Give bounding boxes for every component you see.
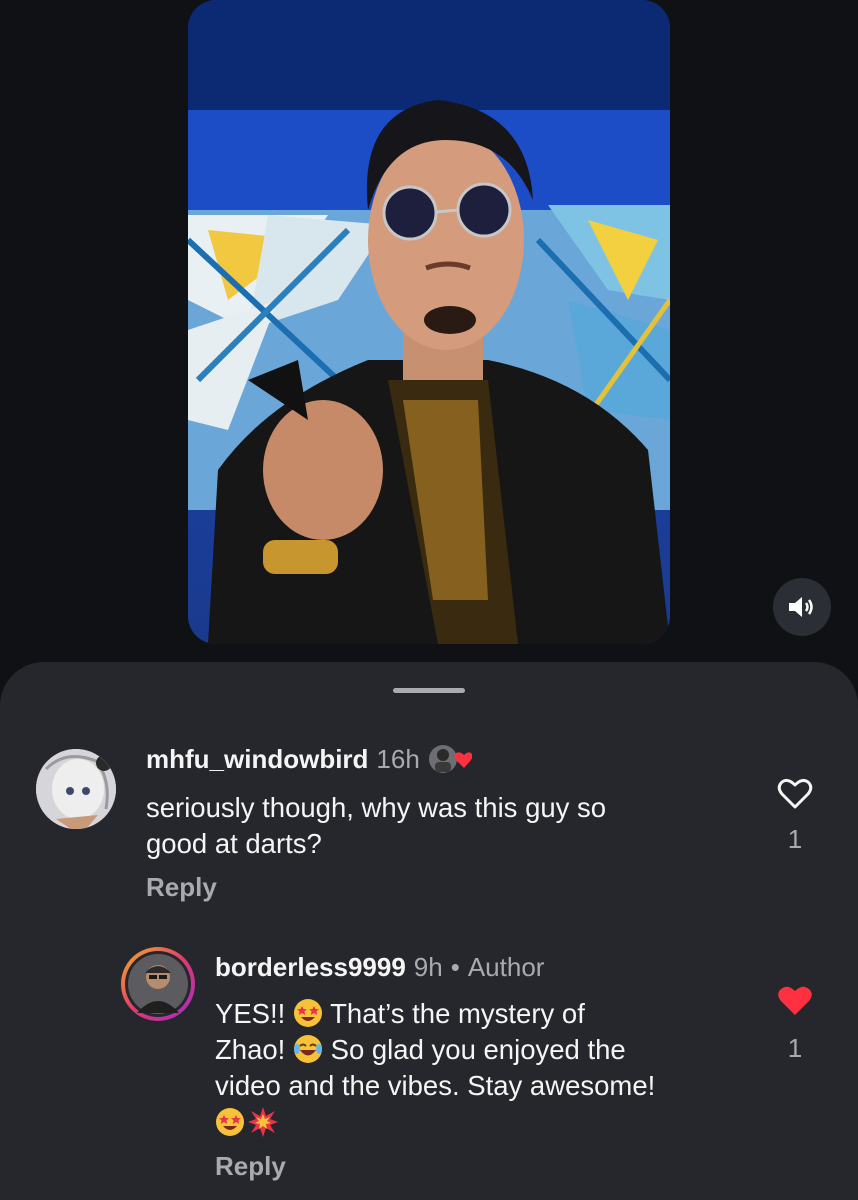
comment-text-line: video and the vibes. Stay awesome! <box>215 1070 656 1101</box>
star-struck-emoji-icon <box>293 999 322 1027</box>
like-count: 1 <box>787 824 803 854</box>
comment-meta: borderless9999 9h • Author <box>215 952 544 983</box>
comment-text-fragment: Zhao! <box>215 1034 286 1065</box>
comment-time: 9h <box>413 952 443 982</box>
comment-username[interactable]: borderless9999 <box>215 952 406 983</box>
reply-button[interactable]: Reply <box>215 1151 286 1182</box>
star-struck-emoji-icon <box>216 1108 244 1136</box>
video-player[interactable] <box>188 0 670 644</box>
like-count: 1 <box>787 1033 803 1063</box>
like-button[interactable] <box>775 778 815 810</box>
comment-time: 16h <box>376 743 420 774</box>
like-button[interactable] <box>775 985 815 1017</box>
mute-button[interactable] <box>773 578 831 636</box>
heart-outline-icon <box>777 778 813 809</box>
comment-text-fragment: YES!! <box>215 998 286 1029</box>
author-tag: Author <box>467 952 545 982</box>
reply-button[interactable]: Reply <box>146 872 217 903</box>
heart-filled-icon <box>778 986 812 1015</box>
comment-username[interactable]: mhfu_windowbird <box>146 744 368 775</box>
comments-sheet[interactable]: mhfu_windowbird 16h seriously though, wh… <box>0 662 858 1200</box>
comment-text-fragment: That’s the mystery of <box>330 998 585 1029</box>
video-frame-image <box>188 0 670 644</box>
collision-emoji-icon <box>248 1107 278 1137</box>
meta-separator: • <box>450 952 460 982</box>
avatar[interactable] <box>36 749 116 829</box>
comment-text-line: seriously though, why was this guy so <box>146 792 607 823</box>
speaker-icon <box>789 597 813 617</box>
avatar-image <box>125 951 191 1017</box>
laughing-tears-emoji-icon <box>293 1035 322 1063</box>
comment-body: seriously though, why was this guy so go… <box>146 790 606 862</box>
comment-text-line: good at darts? <box>146 828 322 859</box>
comment-text-fragment: So glad you enjoyed the <box>330 1034 626 1065</box>
avatar-image <box>36 749 116 829</box>
comment-body: YES!! That’s the mystery of Zhao! So gla… <box>215 996 655 1140</box>
comment-meta: mhfu_windowbird 16h <box>146 742 473 776</box>
sheet-drag-handle[interactable] <box>393 688 465 693</box>
creator-heart-badge <box>428 742 473 776</box>
avatar[interactable] <box>121 947 195 1021</box>
